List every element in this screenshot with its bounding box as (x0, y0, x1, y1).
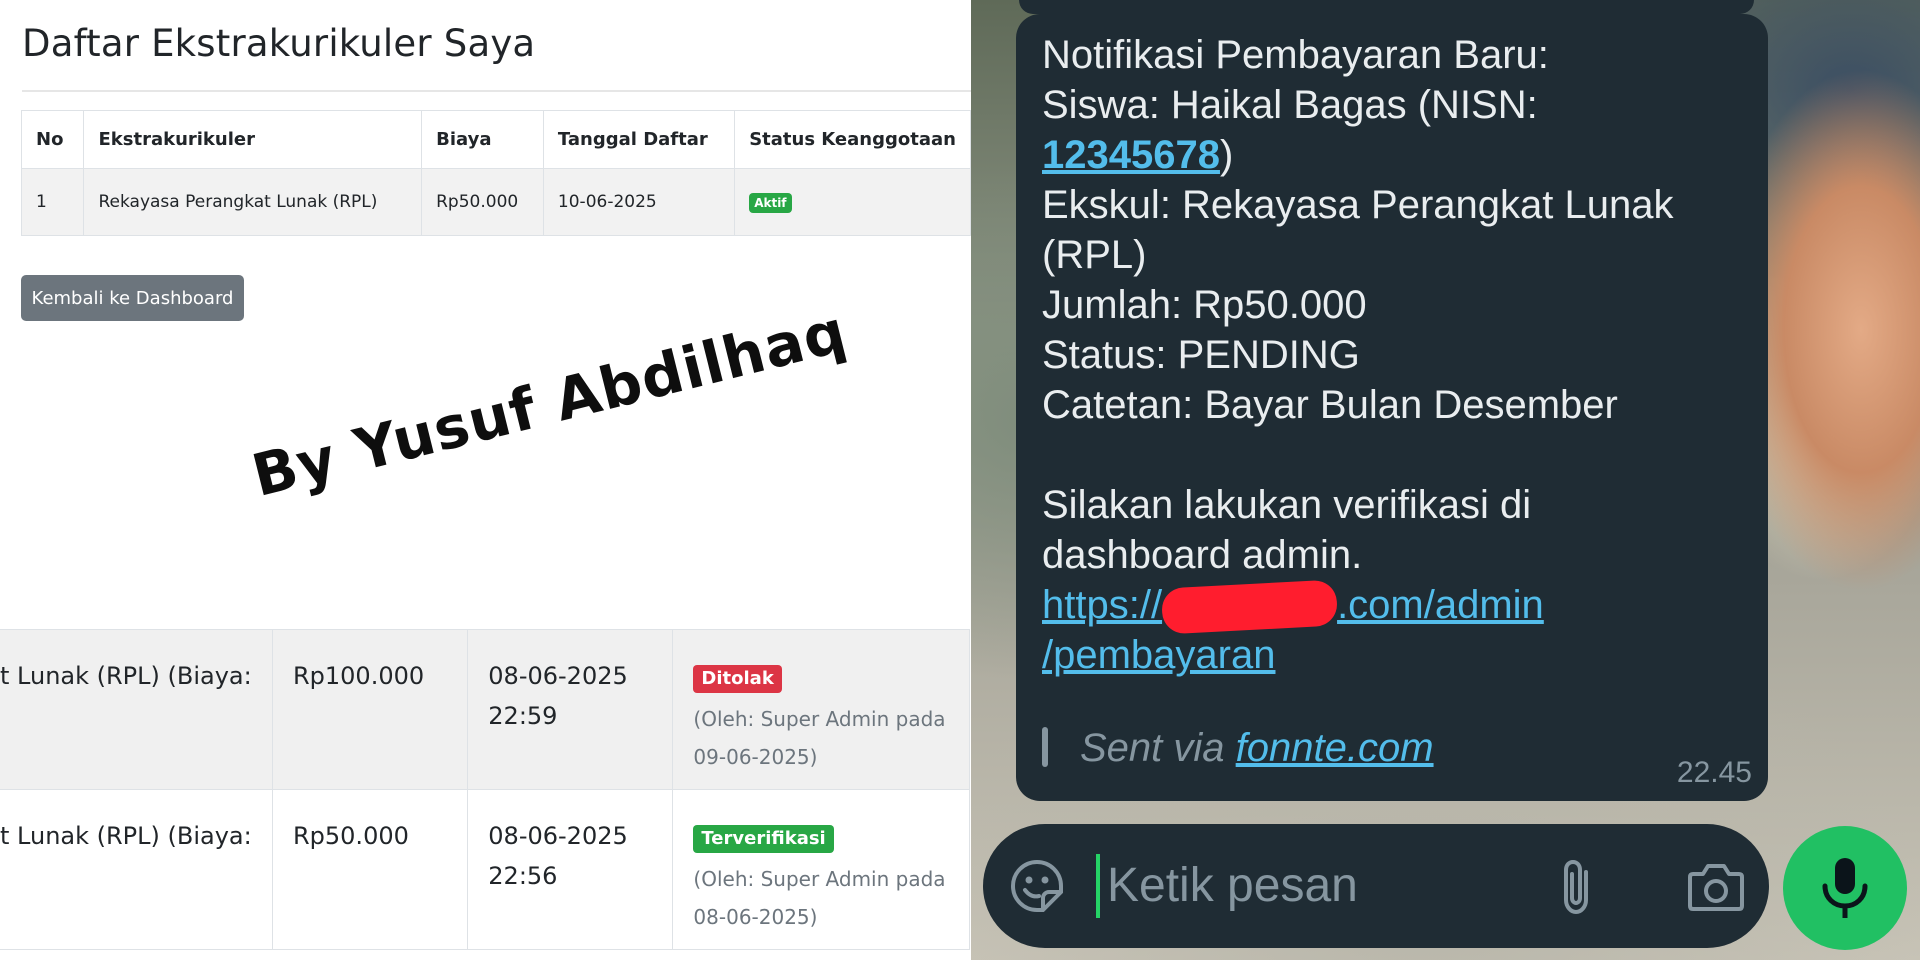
header-no: No (20, 110, 85, 169)
message-line: Notifikasi Pembayaran Baru: (1042, 33, 1549, 77)
message-text: Notifikasi Pembayaran Baru: Siswa: Haika… (1042, 30, 1746, 680)
status-badge: Aktif (749, 192, 792, 213)
paperclip-icon[interactable] (1556, 858, 1598, 916)
ekskul-table: No Ekstrakurikuler Biaya Tanggal Daftar … (20, 110, 971, 236)
previous-message-bubble (1019, 0, 1754, 14)
payment-time: 22:59 (488, 702, 558, 730)
header-tanggal-daftar: Tanggal Daftar (542, 110, 736, 169)
message-bubble[interactable]: Notifikasi Pembayaran Baru: Siswa: Haika… (1016, 14, 1768, 801)
status-badge: Ditolak (693, 665, 782, 693)
link-path[interactable]: /pembayaran (1042, 633, 1275, 677)
text-cursor (1096, 854, 1100, 918)
payment-status: Terverifikasi (Oleh: Super Admin pada 08… (672, 789, 970, 950)
microphone-icon (1822, 858, 1868, 918)
cell-no: 1 (20, 168, 85, 236)
header-ekstrakurikuler: Ekstrakurikuler (83, 110, 423, 169)
sent-via-footer: Sent via fonnte.com (1042, 726, 1434, 771)
link-suffix[interactable]: .com/admin (1337, 583, 1544, 627)
paren: ) (1219, 133, 1234, 177)
header-biaya: Biaya (421, 110, 544, 169)
status-badge: Terverifikasi (693, 825, 834, 853)
message-line: dashboard admin. (1042, 533, 1363, 577)
message-line: Status: PENDING (1042, 333, 1360, 377)
message-line: 12345678) (1042, 130, 1746, 180)
message-line: Silakan lakukan verifikasi di (1042, 483, 1532, 527)
back-to-dashboard-button[interactable]: Kembali ke Dashboard (21, 275, 244, 321)
payment-date: 08-06-2025 (488, 662, 628, 690)
admin-link-continued[interactable]: /pembayaran (1042, 630, 1746, 680)
chat-panel: Notifikasi Pembayaran Baru: Siswa: Haika… (971, 0, 1920, 960)
camera-icon[interactable] (1687, 862, 1745, 912)
message-line: Jumlah: Rp50.000 (1042, 283, 1367, 327)
payment-amount: Rp50.000 (271, 789, 469, 950)
message-input[interactable]: Ketik pesan (1107, 858, 1358, 913)
payment-amount: Rp100.000 (271, 629, 469, 790)
table-row: 1 Rekayasa Perangkat Lunak (RPL) Rp50.00… (20, 168, 971, 236)
cell-tanggal: 10-06-2025 (542, 168, 736, 236)
status-note: (Oleh: Super Admin pada 09-06-2025) (693, 707, 946, 769)
message-composer[interactable]: Ketik pesan (983, 824, 1769, 948)
message-line: Catetan: Bayar Bulan Desember (1042, 383, 1618, 427)
cell-biaya: Rp50.000 (421, 168, 544, 236)
title-divider (22, 90, 971, 92)
payment-desc: t Lunak (RPL) (Biaya: (0, 629, 273, 790)
voice-message-button[interactable] (1783, 826, 1907, 950)
message-time: 22.45 (1676, 756, 1752, 789)
payment-time: 22:56 (488, 862, 558, 890)
status-note: (Oleh: Super Admin pada 08-06-2025) (693, 867, 946, 929)
fonnte-link[interactable]: fonnte.com (1236, 726, 1434, 770)
header-status: Status Keanggotaan (734, 110, 971, 169)
link-prefix[interactable]: https:// (1042, 583, 1162, 627)
message-line: Siswa: Haikal Bagas (NISN: (1042, 83, 1538, 127)
sticker-icon[interactable] (1009, 858, 1065, 914)
payment-status: Ditolak (Oleh: Super Admin pada 09-06-20… (672, 629, 970, 790)
table-row: t Lunak (RPL) (Biaya: Rp100.000 08-06-20… (0, 629, 970, 790)
message-line: (RPL) (1042, 233, 1147, 277)
nisn-link[interactable]: 12345678 (1042, 133, 1220, 177)
page-title: Daftar Ekstrakurikuler Saya (22, 22, 536, 65)
payment-date: 08-06-2025 (488, 822, 628, 850)
payment-history-table: t Lunak (RPL) (Biaya: Rp100.000 08-06-20… (0, 629, 970, 950)
cell-ekskul: Rekayasa Perangkat Lunak (RPL) (83, 168, 423, 236)
message-line: Ekskul: Rekayasa Perangkat Lunak (1042, 183, 1674, 227)
watermark-text: By Yusuf Abdilhaq (245, 296, 854, 510)
payment-desc: t Lunak (RPL) (Biaya: (0, 789, 273, 950)
redaction-mark (1160, 579, 1339, 635)
cell-status: Aktif (734, 168, 971, 236)
table-header-row: No Ekstrakurikuler Biaya Tanggal Daftar … (20, 110, 971, 169)
payment-datetime: 08-06-2025 22:59 (467, 629, 674, 790)
admin-link[interactable]: https:// .com/admin (1042, 579, 1746, 635)
quote-bar (1042, 727, 1048, 767)
sent-via-label: Sent via (1080, 726, 1236, 770)
web-app-panel: Daftar Ekstrakurikuler Saya No Ekstrakur… (0, 0, 971, 960)
table-row: t Lunak (RPL) (Biaya: Rp50.000 08-06-202… (0, 789, 970, 950)
payment-datetime: 08-06-2025 22:56 (467, 789, 674, 950)
